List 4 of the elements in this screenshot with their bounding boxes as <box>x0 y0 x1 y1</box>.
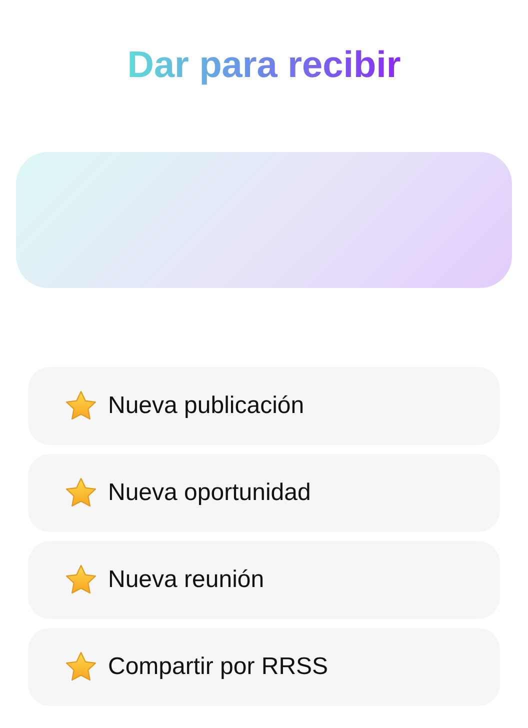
action-button[interactable]: Nueva oportunidad <box>28 454 500 532</box>
action-button[interactable]: Nueva publicación <box>28 367 500 445</box>
action-button[interactable]: Compartir por RRSS <box>28 628 500 706</box>
action-button[interactable]: Nueva reunión <box>28 541 500 619</box>
